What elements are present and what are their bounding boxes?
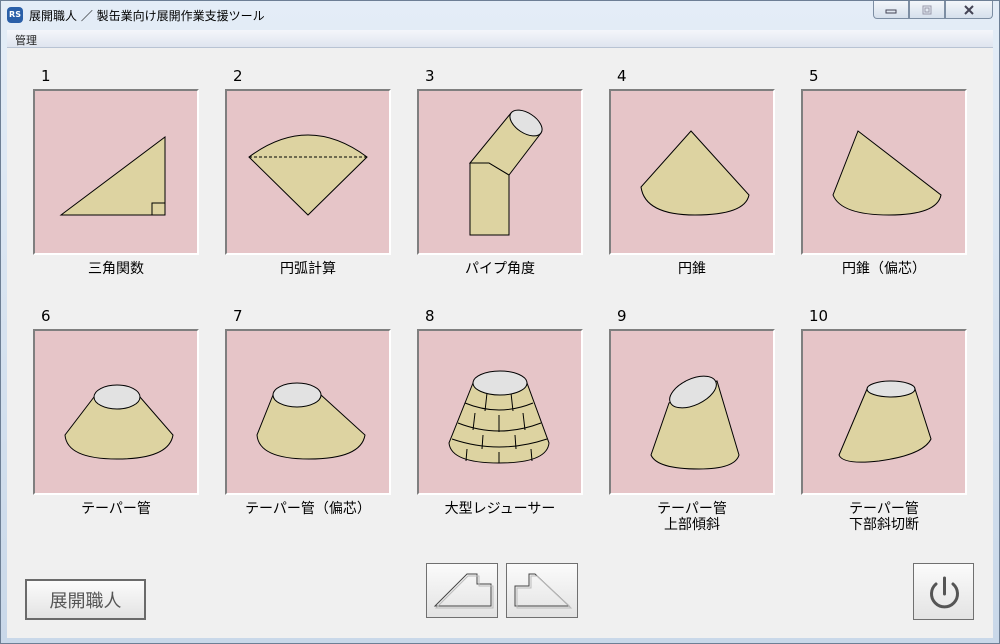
taper-pipe-icon [64,384,174,460]
card-number: 6 [41,307,51,325]
tile-cone[interactable] [609,89,775,255]
card-number: 2 [233,67,243,85]
oblique-bottom-taper-pipe-icon [838,380,932,463]
minimize-icon [885,9,897,13]
close-button[interactable] [945,1,993,19]
card-number: 5 [809,67,819,85]
card-label: 円錐（偏芯） [842,261,926,277]
main-panel: 1 三角関数 2 円弧計算 3 パイプ角度 4 円錐 5 円錐（偏芯） 6 テー… [7,48,993,638]
tile-arc-calculation[interactable] [225,89,391,255]
card-label: 円弧計算 [280,261,336,277]
circular-segment-icon [248,134,368,216]
card-label-line2: 上部傾斜 [664,517,720,533]
cone-icon [640,130,750,216]
tile-inclined-top-taper-pipe[interactable] [609,329,775,495]
card-number: 7 [233,307,243,325]
card-number: 4 [617,67,627,85]
tile-eccentric-cone[interactable] [801,89,967,255]
card-label-line1: テーパー管 [849,501,919,517]
card-label: テーパー管 下部斜切断 [801,501,967,533]
card-label: 大型レジューサー [444,501,556,517]
tile-eccentric-taper-pipe[interactable] [225,329,391,495]
large-reducer-icon [448,370,550,464]
card-label: テーパー管（偏芯） [245,501,371,517]
card-label: パイプ角度 [465,261,535,277]
minimize-button[interactable] [873,1,909,19]
window-title: 展開職人 ／ 製缶業向け展開作業支援ツール [29,9,265,23]
power-button[interactable] [913,563,974,620]
card-number: 3 [425,67,435,85]
menu-item-kanri[interactable]: 管理 [15,32,37,48]
card-label: 円錐 [678,261,706,277]
card-label: テーパー管 上部傾斜 [609,501,775,533]
app-window: RS 展開職人 ／ 製缶業向け展開作業支援ツール 管理 1 三角関数 2 円弧計… [0,0,1000,644]
tile-trigonometry[interactable] [33,89,199,255]
bent-pipe-icon [468,109,543,236]
card-label: テーパー管 [81,501,151,517]
tile-oblique-bottom-taper-pipe[interactable] [801,329,967,495]
app-name-button[interactable]: 展開職人 [25,579,146,620]
close-icon [964,4,974,15]
card-number: 10 [809,307,829,325]
tile-large-reducer[interactable] [417,329,583,495]
maximize-icon [922,5,932,14]
title-bar: RS 展開職人 ／ 製缶業向け展開作業支援ツール [1,1,999,29]
eccentric-cone-icon [832,130,942,216]
card-number: 9 [617,307,627,325]
maximize-button[interactable] [909,1,945,19]
prev-shape-icon [433,573,494,609]
inclined-top-taper-pipe-icon [650,375,740,470]
power-icon [930,576,959,609]
app-logo-icon: RS [7,7,23,23]
card-number: 8 [425,307,435,325]
next-shape-button[interactable] [506,563,578,618]
eccentric-taper-pipe-icon [256,382,366,460]
prev-shape-button[interactable] [426,563,498,618]
next-shape-icon [514,573,573,609]
card-label-line1: テーパー管 [657,501,727,517]
tile-pipe-angle[interactable] [417,89,583,255]
card-label: 三角関数 [88,261,144,277]
tile-taper-pipe[interactable] [33,329,199,495]
card-number: 1 [41,67,51,85]
card-label-line2: 下部斜切断 [849,517,919,533]
right-triangle-icon [59,136,166,216]
menu-bar: 管理 [7,30,993,48]
